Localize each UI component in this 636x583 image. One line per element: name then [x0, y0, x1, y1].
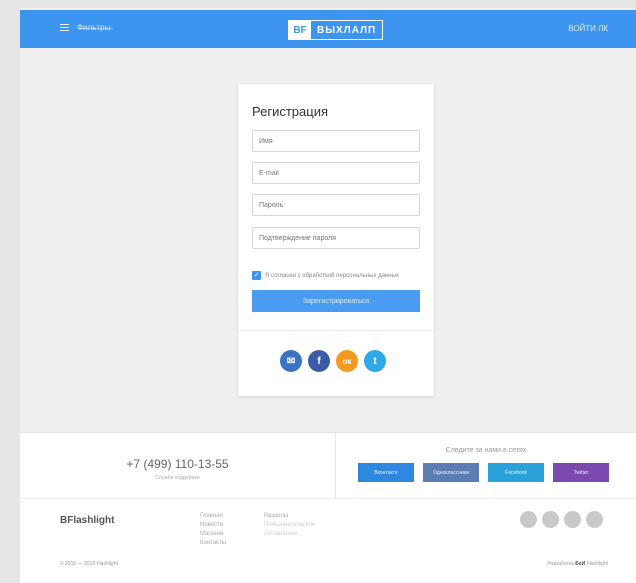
band-divider [335, 433, 336, 499]
footer-link[interactable]: Разделы [264, 513, 315, 519]
developer-credit[interactable]: Разработка БеИ Flashlight [547, 561, 608, 567]
logo-mark: BF [289, 21, 311, 39]
footer-link[interactable]: Пользовательское [264, 522, 315, 528]
registration-title: Регистрация [252, 104, 328, 119]
follow-us-label: Следите за нами в сетях [445, 447, 527, 454]
credit-brand: БеИ [575, 561, 586, 567]
social-login-group: ✉ f ок t [280, 350, 386, 372]
browser-viewport: Ф̶и̶л̶ь̶т̶р̶ы̶ BF ВЫХЛАЛП ВОЙТИ ЛК Регис… [20, 8, 636, 583]
login-link[interactable]: ВОЙТИ ЛК [568, 24, 608, 33]
footer-link[interactable]: Магазин [200, 531, 226, 537]
name-field[interactable] [252, 130, 420, 152]
password-field[interactable] [252, 194, 420, 216]
contact-band: +7 (499) 110-13-55 Служба поддержки След… [20, 432, 636, 499]
footer-social-icon[interactable] [542, 511, 559, 528]
ok-button[interactable]: Одноклассники [423, 463, 479, 482]
footer-link[interactable]: Контакты [200, 540, 226, 546]
twitter-button[interactable]: Twitter [553, 463, 609, 482]
credit-suffix: Flashlight [586, 561, 608, 567]
footer-links-main: Главная Новости Магазин Контакты [200, 513, 226, 546]
footer-logo[interactable]: BFlashlight [60, 515, 114, 526]
site-logo[interactable]: BF ВЫХЛАЛП [288, 20, 384, 40]
top-navigation-bar: Ф̶и̶л̶ь̶т̶р̶ы̶ BF ВЫХЛАЛП ВОЙТИ ЛК [20, 10, 636, 48]
agree-checkbox-row[interactable]: ✓ Я согласен с обработкой персональных д… [252, 271, 399, 280]
footer-links-sections: Разделы Пользовательское соглашение [264, 513, 315, 537]
credit-prefix: Разработка [547, 561, 574, 567]
support-phone[interactable]: +7 (499) 110-13-55 [20, 457, 335, 471]
logo-text: ВЫХЛАЛП [317, 24, 377, 36]
footer-social-icon[interactable] [586, 511, 603, 528]
footer-social-icon[interactable] [564, 511, 581, 528]
checkbox-checked-icon[interactable]: ✓ [252, 271, 261, 280]
footer-social-icon[interactable] [520, 511, 537, 528]
registration-card: Регистрация ✓ Я согласен с обработкой пе… [238, 84, 434, 396]
footer-link[interactable]: Главная [200, 513, 226, 519]
menu-label: Ф̶и̶л̶ь̶т̶р̶ы̶ [77, 23, 111, 32]
vk-button[interactable]: Вконтакте [358, 463, 414, 482]
agree-label: Я согласен с обработкой персональных дан… [265, 272, 399, 279]
mail-ru-icon[interactable]: ✉ [280, 350, 302, 372]
support-caption: Служба поддержки [155, 475, 200, 481]
footer-social-icons [520, 511, 603, 528]
facebook-button[interactable]: Facebook [488, 463, 544, 482]
email-field[interactable] [252, 162, 420, 184]
twitter-icon[interactable]: t [364, 350, 386, 372]
register-button[interactable]: Зарегистрироваться [252, 290, 420, 312]
footer-link[interactable]: соглашение [264, 531, 315, 537]
odnoklassniki-icon[interactable]: ок [336, 350, 358, 372]
facebook-icon[interactable]: f [308, 350, 330, 372]
hamburger-menu-icon [60, 24, 69, 31]
social-buttons: Вконтакте Одноклассники Facebook Twitter [358, 463, 609, 482]
card-divider [238, 330, 434, 331]
confirm-password-field[interactable] [252, 227, 420, 249]
site-footer: BFlashlight Главная Новости Магазин Конт… [20, 498, 636, 583]
footer-link[interactable]: Новости [200, 522, 226, 528]
copyright-text: © 2016 — 2018 Flashlight [60, 561, 118, 567]
menu-button[interactable]: Ф̶и̶л̶ь̶т̶р̶ы̶ [60, 23, 110, 32]
